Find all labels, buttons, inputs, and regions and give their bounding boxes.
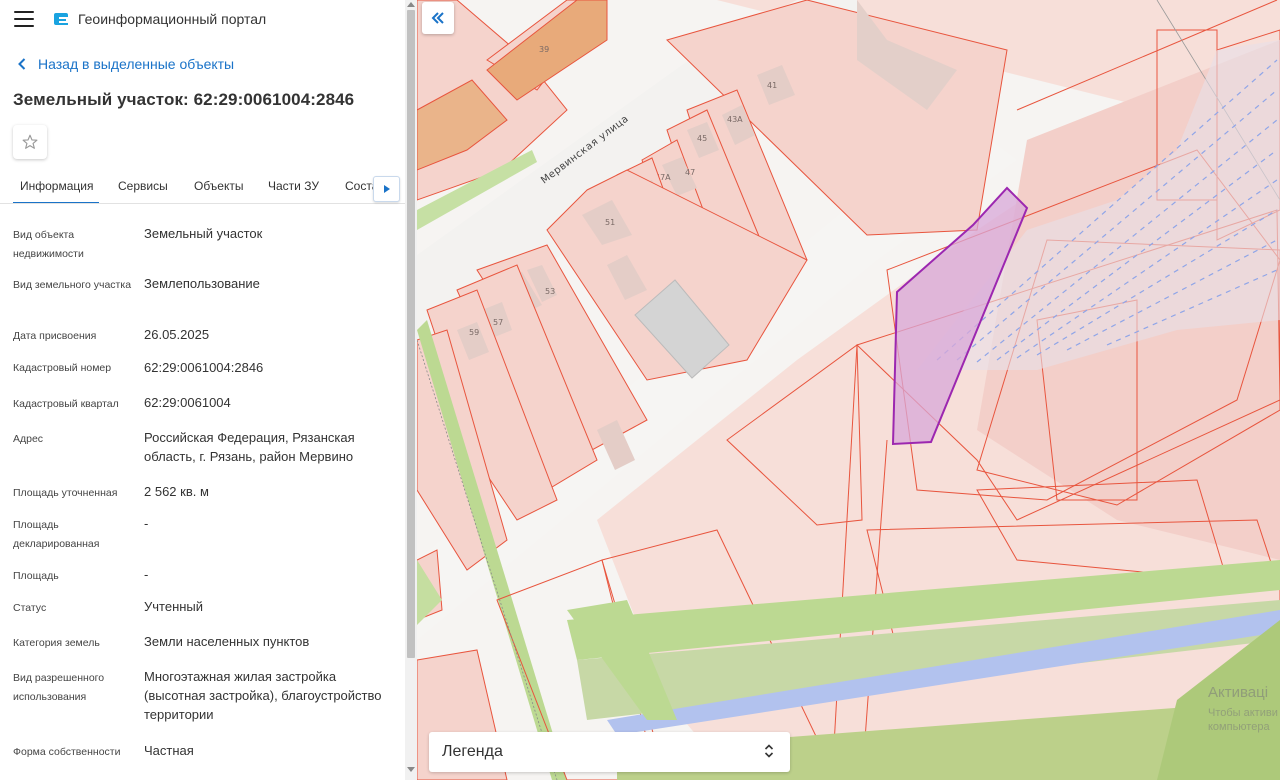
- property-label: Вид объекта недвижимости: [13, 229, 84, 260]
- tab-bar: Информация Сервисы Объекты Части ЗУ Сост…: [0, 172, 405, 204]
- hamburger-menu-icon[interactable]: [14, 11, 34, 27]
- property-value: 2 562 кв. м: [144, 484, 209, 499]
- property-value: 62:29:0061004:2846: [144, 360, 264, 375]
- tab-services[interactable]: Сервисы: [118, 179, 168, 193]
- property-label: Статус: [13, 602, 47, 614]
- favorite-button[interactable]: [13, 125, 47, 159]
- chevron-left-icon: [18, 58, 26, 70]
- sidebar-scrollbar[interactable]: [405, 0, 417, 780]
- property-label: Площадь уточненная: [13, 487, 118, 499]
- property-label: Вид земельного участка: [13, 279, 132, 291]
- property-label: Форма собственности: [13, 746, 121, 758]
- building-number-label: 45: [697, 134, 707, 143]
- property-value: 62:29:0061004: [144, 395, 231, 410]
- property-label: Категория земель: [13, 637, 100, 649]
- cadastral-map-canvas[interactable]: 39 41 43А 45 47А 47 49 51 53 55 57: [417, 0, 1280, 780]
- scroll-down-arrow-icon[interactable]: [407, 767, 415, 772]
- back-to-selection-link[interactable]: Назад в выделенные объекты: [18, 56, 234, 72]
- building-number-label: 39: [539, 45, 549, 54]
- active-tab-indicator: [13, 202, 99, 203]
- property-label: Адрес: [13, 433, 44, 445]
- tabs-scroll-right-button[interactable]: [373, 176, 400, 202]
- property-label: Кадастровый квартал: [13, 398, 119, 410]
- property-value: Земли населенных пунктов: [144, 634, 310, 649]
- building-number-label: 41: [767, 81, 777, 90]
- double-chevron-left-icon: [431, 12, 444, 24]
- top-bar: Геоинформационный портал: [0, 0, 405, 38]
- building-number-label: 43А: [727, 115, 743, 124]
- property-value: -: [144, 516, 149, 531]
- property-value: Учтенный: [144, 599, 204, 614]
- building-number-label: 47: [685, 168, 695, 177]
- os-activation-watermark-sub: Чтобы активи компьютера: [1208, 707, 1278, 733]
- property-label: Кадастровый номер: [13, 362, 112, 374]
- property-label: Площадь декларированная: [13, 519, 100, 550]
- page-title: Земельный участок: 62:29:0061004:2846: [13, 90, 355, 109]
- map-view[interactable]: 39 41 43А 45 47А 47 49 51 53 55 57: [417, 0, 1280, 780]
- property-value: 26.05.2025: [144, 327, 210, 342]
- property-value: -: [144, 567, 149, 582]
- sidebar-panel: Геоинформационный портал Назад в выделен…: [0, 0, 405, 780]
- scroll-up-arrow-icon[interactable]: [407, 2, 415, 7]
- scrollbar-thumb[interactable]: [407, 10, 415, 658]
- portal-logo-icon: [54, 13, 68, 25]
- tab-objects[interactable]: Объекты: [194, 179, 244, 193]
- property-value: Многоэтажная жилая застройка (высотная з…: [144, 669, 382, 722]
- property-value: Частная: [144, 743, 194, 758]
- building-number-label: 59: [469, 328, 479, 337]
- building-number-label: 53: [545, 287, 555, 296]
- legend-label: Легенда: [442, 743, 503, 760]
- caret-right-icon: [383, 185, 390, 193]
- app-title: Геоинформационный портал: [78, 11, 267, 27]
- property-value: Землепользование: [144, 276, 260, 291]
- star-icon: [22, 134, 38, 149]
- back-link-label: Назад в выделенные объекты: [38, 56, 235, 72]
- legend-panel[interactable]: Легенда: [429, 732, 790, 772]
- building-number-label: 57: [493, 318, 503, 327]
- tab-information[interactable]: Информация: [20, 179, 93, 193]
- property-label: Дата присвоения: [13, 330, 97, 342]
- property-value: Российская Федерация, Рязанская область,…: [144, 430, 355, 464]
- collapse-panel-button[interactable]: [422, 2, 454, 34]
- property-label: Вид разрешенного использования: [13, 672, 105, 703]
- expand-collapse-icon[interactable]: [764, 743, 774, 759]
- building-number-label: 51: [605, 218, 615, 227]
- property-value: Земельный участок: [144, 226, 263, 241]
- property-label: Площадь: [13, 570, 59, 582]
- os-activation-watermark: Активаці: [1208, 684, 1269, 701]
- tab-parcel-parts[interactable]: Части ЗУ: [268, 179, 319, 193]
